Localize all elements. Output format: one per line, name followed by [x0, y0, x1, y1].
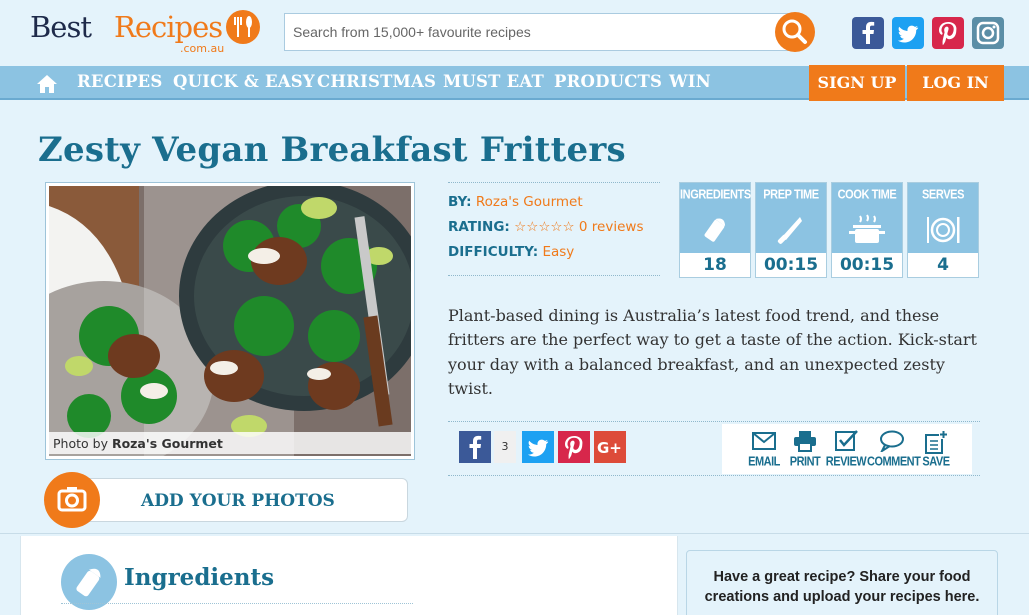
ingredients-salt-shaker-icon [61, 554, 117, 610]
stat-ingredients: INGREDIENTS 18 [679, 182, 751, 278]
logo-domain: .com.au [180, 42, 225, 55]
salt-shaker-icon [704, 218, 726, 242]
twitter-icon[interactable] [892, 17, 924, 49]
stat-cook-time: COOK TIME 00:15 [831, 182, 903, 278]
logo-word-recipes: Recipes [114, 10, 223, 44]
recipe-photo-frame: Photo by Roza's Gourmet [45, 182, 415, 460]
email-icon [752, 432, 776, 450]
nav-item-must-eat[interactable]: MUST EAT [443, 72, 544, 91]
review-icon [835, 430, 858, 451]
nav-item-christmas[interactable]: CHRISTMAS [317, 72, 436, 91]
recipe-meta: BY: Roza's Gourmet RATING: ☆☆☆☆☆ 0 revie… [448, 182, 660, 276]
meta-by-label: BY: [448, 194, 472, 210]
save-label: SAVE [922, 454, 950, 470]
print-label: PRINT [789, 454, 821, 470]
add-photos-button[interactable]: ADD YOUR PHOTOS [70, 478, 408, 522]
pot-icon [849, 214, 885, 243]
sign-up-button[interactable]: SIGN UP [809, 65, 905, 101]
share-facebook-icon[interactable] [459, 431, 491, 463]
stat-prep-time-label: PREP TIME [763, 188, 819, 202]
svg-text:G+: G+ [597, 439, 622, 457]
ingredients-heading: Ingredients [124, 564, 275, 591]
meta-rating: RATING: ☆☆☆☆☆ 0 reviews [448, 219, 643, 235]
photo-caption: Photo by Roza's Gourmet [49, 432, 411, 454]
logo-word-best: Best [30, 10, 92, 44]
section-divider [0, 533, 1029, 534]
nav-item-recipes[interactable]: RECIPES [77, 72, 162, 91]
rating-reviews-link[interactable]: 0 reviews [579, 219, 644, 235]
recipe-description: Plant-based dining is Australia’s latest… [448, 306, 977, 398]
review-label: REVIEW [825, 454, 867, 470]
stat-ingredients-label: INGREDIENTS [680, 188, 751, 202]
difficulty-value: Easy [542, 244, 575, 260]
plate-cutlery-icon [927, 217, 960, 243]
stat-cook-time-value: 00:15 [839, 255, 895, 275]
share-twitter-icon[interactable] [522, 431, 554, 463]
stat-serves: SERVES 4 [907, 182, 979, 278]
page-title: Zesty Vegan Breakfast Fritters [38, 130, 626, 170]
logo-utensils-icon [226, 10, 260, 44]
stat-prep-time-value: 00:15 [763, 255, 819, 275]
pinterest-icon[interactable] [932, 17, 964, 49]
nav-item-win[interactable]: WIN [669, 72, 711, 91]
facebook-icon[interactable] [852, 17, 884, 49]
meta-rating-label: RATING: [448, 219, 510, 235]
author-link[interactable]: Roza's Gourmet [476, 194, 583, 210]
meta-difficulty-label: DIFFICULTY: [448, 244, 539, 260]
ingredients-divider [61, 603, 413, 604]
search-box [284, 13, 794, 51]
search-button[interactable] [775, 12, 815, 52]
instagram-icon[interactable] [972, 17, 1004, 49]
search-input[interactable] [285, 14, 765, 50]
review-button[interactable]: REVIEW [824, 428, 868, 472]
nav-item-products[interactable]: PRODUCTS [554, 72, 662, 91]
recipe-photo[interactable] [49, 186, 411, 456]
stat-cook-time-label: COOK TIME [837, 188, 897, 202]
share-pinterest-icon[interactable] [558, 431, 590, 463]
comment-button[interactable]: COMMENT [867, 428, 921, 472]
share-recipe-box[interactable]: Have a great recipe? Share your food cre… [686, 550, 998, 615]
photo-caption-prefix: Photo by [53, 436, 112, 451]
stat-prep-time: PREP TIME 00:15 [755, 182, 827, 278]
home-icon[interactable] [36, 74, 58, 94]
search-icon [782, 19, 807, 44]
ingredients-section: Ingredients [20, 536, 678, 615]
meta-by: BY: Roza's Gourmet [448, 194, 583, 210]
share-google-plus-icon[interactable]: G+ [594, 431, 626, 463]
stat-serves-label: SERVES [921, 188, 965, 202]
save-icon [925, 430, 948, 454]
share-box-line-2: creations and upload your recipes here. [704, 589, 980, 605]
email-button[interactable]: EMAIL [742, 428, 786, 472]
camera-icon[interactable] [44, 472, 100, 528]
save-button[interactable]: SAVE [914, 428, 958, 472]
facebook-share-count: 3 [494, 431, 516, 463]
knife-icon [777, 217, 802, 244]
stat-serves-value: 4 [937, 255, 949, 275]
recipe-actions: EMAIL PRINT REVIEW COMMENT SAVE [722, 424, 972, 474]
share-bar: 3 G+ EMAIL PRINT REVIEW COMMENT SAVE [448, 421, 980, 476]
photo-caption-author: Roza's Gourmet [111, 436, 223, 451]
stat-ingredients-value: 18 [703, 255, 727, 275]
add-photos-label: ADD YOUR PHOTOS [141, 491, 335, 511]
print-icon [794, 431, 816, 452]
comment-label: COMMENT [867, 454, 921, 470]
site-logo[interactable]: Best Recipes .com.au [30, 8, 262, 56]
print-button[interactable]: PRINT [783, 428, 827, 472]
nav-item-quick-easy[interactable]: QUICK & EASY [173, 72, 315, 91]
meta-difficulty: DIFFICULTY: Easy [448, 244, 574, 260]
comment-icon [880, 430, 904, 452]
log-in-button[interactable]: LOG IN [907, 65, 1004, 101]
email-label: EMAIL [748, 454, 780, 470]
share-box-line-1: Have a great recipe? Share your food [713, 569, 971, 585]
site-header: Best Recipes .com.au [0, 0, 1029, 64]
rating-stars[interactable]: ☆☆☆☆☆ [514, 219, 575, 235]
